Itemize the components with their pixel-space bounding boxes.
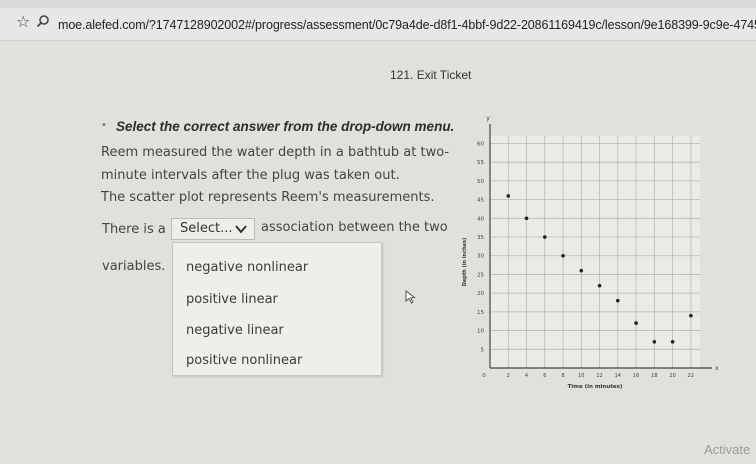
address-bar: ☆ moe.alefed.com/?1747128902002#/progres… bbox=[0, 0, 756, 41]
data-point bbox=[616, 298, 620, 303]
y-tick-label: 5 bbox=[481, 347, 485, 353]
bookmark-star-icon[interactable]: ☆ bbox=[16, 14, 30, 30]
option-negative-nonlinear[interactable]: negative nonlinear bbox=[186, 260, 308, 275]
y-tick-label: 50 bbox=[477, 179, 484, 185]
x-tick-label: 4 bbox=[525, 373, 528, 379]
select-placeholder: Select... bbox=[180, 221, 233, 236]
origin-label: 0 bbox=[482, 373, 486, 379]
y-axis-letter: y bbox=[486, 115, 490, 122]
x-tick-label: 20 bbox=[669, 373, 675, 379]
y-tick-label: 25 bbox=[477, 272, 484, 278]
x-axis-letter: x bbox=[715, 365, 719, 372]
mouse-pointer-icon bbox=[405, 290, 416, 304]
search-icon bbox=[36, 15, 49, 28]
question-line-2: minute intervals after the plug was take… bbox=[101, 168, 400, 183]
y-tick-label: 20 bbox=[477, 291, 484, 297]
y-tick-label: 60 bbox=[477, 141, 484, 147]
x-tick-label: 12 bbox=[596, 373, 602, 379]
x-tick-label: 10 bbox=[578, 373, 584, 379]
plot-area bbox=[490, 136, 700, 368]
question-line-3: The scatter plot represents Reem's measu… bbox=[101, 190, 435, 205]
x-axis-title: Time (in minutes) bbox=[568, 384, 623, 390]
question-line-1: Reem measured the water depth in a batht… bbox=[101, 145, 450, 160]
url-text[interactable]: moe.alefed.com/?1747128902002#/progress/… bbox=[58, 18, 756, 32]
data-point bbox=[634, 321, 638, 325]
sentence-start: There is a bbox=[102, 222, 166, 237]
option-positive-linear[interactable]: positive linear bbox=[186, 292, 278, 307]
chevron-down-icon bbox=[235, 225, 247, 234]
data-point bbox=[652, 340, 657, 344]
x-tick-label: 18 bbox=[651, 373, 657, 379]
y-tick-label: 30 bbox=[477, 254, 484, 260]
sentence-end: variables. bbox=[102, 259, 166, 274]
data-point bbox=[689, 313, 693, 318]
data-point bbox=[506, 194, 511, 198]
sentence-continuation: association between the two bbox=[261, 220, 448, 235]
data-point bbox=[579, 268, 584, 273]
data-point bbox=[597, 283, 602, 288]
page-title: 121. Exit Ticket bbox=[390, 68, 472, 82]
x-tick-label: 2 bbox=[507, 373, 510, 379]
y-axis-title: Depth (in inches) bbox=[462, 238, 468, 287]
select-dropdown-menu: negative nonlinear positive linear negat… bbox=[172, 242, 382, 376]
x-tick-label: 8 bbox=[561, 373, 564, 379]
question-prompt: Select the correct answer from the drop-… bbox=[116, 119, 455, 134]
activate-windows-watermark: Activate bbox=[704, 442, 751, 457]
data-point bbox=[542, 235, 547, 239]
data-point bbox=[524, 216, 529, 221]
option-negative-linear[interactable]: negative linear bbox=[186, 323, 284, 338]
y-tick-label: 15 bbox=[477, 310, 484, 316]
tab-strip bbox=[0, 0, 756, 8]
scatter-plot: y x 5 10 15 20 25 30 35 40 45 50 55 60 2 4 6 8 10 12 14 16 18 2… bbox=[462, 115, 719, 390]
x-tick-label: 22 bbox=[688, 373, 694, 379]
option-positive-nonlinear[interactable]: positive nonlinear bbox=[186, 353, 302, 368]
x-tick-label: 14 bbox=[615, 373, 621, 379]
y-tick-label: 55 bbox=[477, 160, 484, 166]
y-tick-label: 10 bbox=[477, 329, 484, 335]
y-tick-label: 40 bbox=[477, 216, 484, 222]
y-tick-label: 35 bbox=[477, 235, 484, 241]
x-tick-label: 16 bbox=[633, 373, 639, 379]
data-point bbox=[670, 340, 675, 344]
data-point bbox=[561, 253, 565, 258]
bullet-icon: • bbox=[101, 120, 107, 131]
y-tick-label: 45 bbox=[477, 198, 484, 204]
x-tick-label: 6 bbox=[543, 373, 546, 379]
